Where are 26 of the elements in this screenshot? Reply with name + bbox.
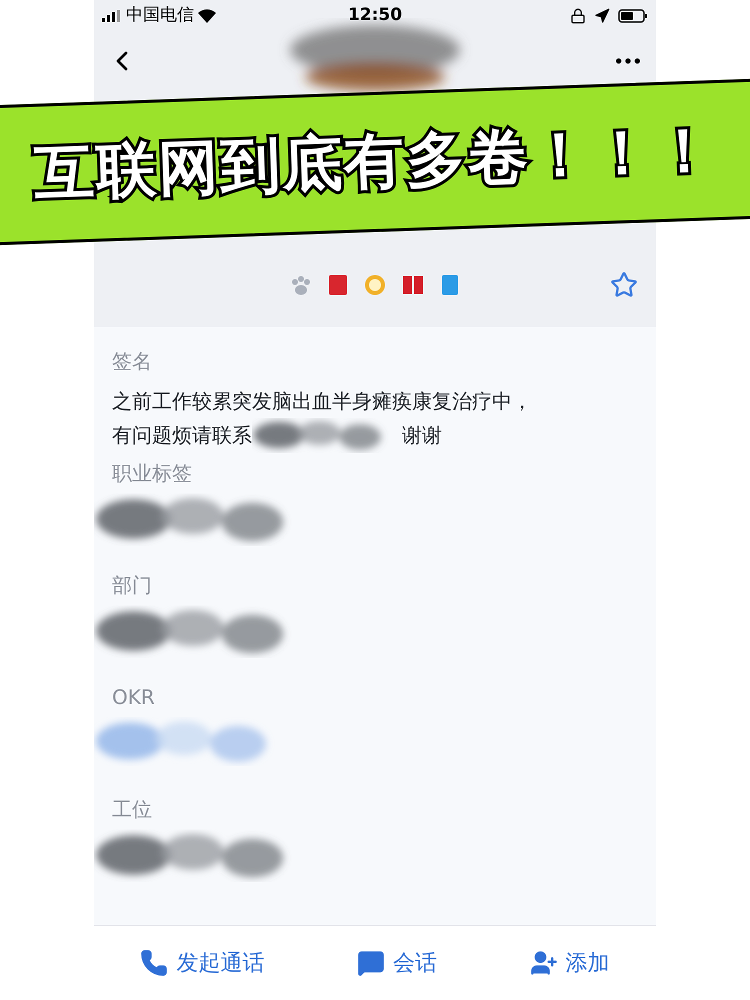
add-user-icon <box>530 949 558 977</box>
status-time: 12:50 <box>348 4 402 28</box>
favorite-icon[interactable] <box>610 271 638 299</box>
phone-icon <box>140 949 168 977</box>
medal-icon <box>364 274 386 296</box>
paw-icon <box>290 274 312 296</box>
section-label: 部门 <box>112 572 153 599</box>
orientation-lock-icon <box>570 8 586 24</box>
signal-icon <box>102 10 122 22</box>
action-button[interactable]: 添加 <box>530 946 610 980</box>
headline-text: 互联网到底有多卷！！！ <box>32 114 718 211</box>
section-label: 签名 <box>112 348 153 375</box>
chat-icon <box>356 949 385 977</box>
section-label: OKR <box>112 684 156 711</box>
notebook-icon <box>440 274 460 296</box>
section-label: 工位 <box>112 796 153 823</box>
signature-text: 之前工作较累突发脑出血半身瘫痪康复治疗中， <box>112 388 533 415</box>
location-icon <box>594 8 610 24</box>
signature-text: 谢谢 <box>402 422 442 449</box>
action-button[interactable]: 发起通话 <box>140 946 264 980</box>
battery-icon <box>618 9 648 23</box>
action-button[interactable]: 会话 <box>356 946 437 980</box>
signature-text: 有问题烦请联系 <box>112 422 252 449</box>
section-label: 职业标签 <box>112 460 193 487</box>
wifi-icon <box>198 9 216 23</box>
carrier-name: 中国电信 <box>126 4 194 28</box>
